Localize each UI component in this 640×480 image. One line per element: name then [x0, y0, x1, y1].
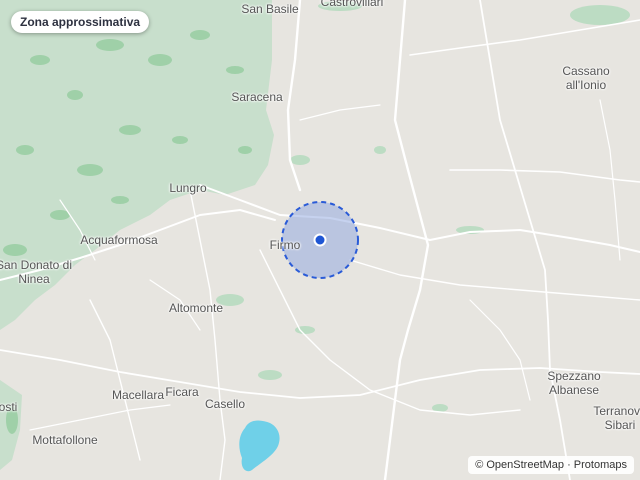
place-label-saracena: Saracena — [231, 90, 283, 104]
place-label-terranova: Terranova Sibari — [593, 404, 640, 432]
place-label-castrovillari: Castrovillari — [320, 0, 384, 9]
place-label-mottafollone: Mottafollone — [32, 433, 98, 447]
place-label-cassano: Cassano all'Ionio — [562, 64, 610, 92]
place-label-spezzano: Spezzano Albanese — [547, 369, 601, 397]
place-label-altomonte: Altomonte — [168, 301, 224, 315]
place-label-firmo: Firmo — [269, 238, 301, 252]
place-label-san-basile: San Basile — [241, 2, 299, 16]
location-marker — [313, 233, 327, 247]
place-label-ficara: Ficara — [165, 385, 199, 399]
place-label-san-donato: San Donato di Ninea — [0, 258, 73, 286]
place-label-costi: osti — [0, 400, 18, 414]
map-attribution[interactable]: © OpenStreetMap · Protomaps — [468, 456, 634, 474]
place-label-macellara: Macellara — [111, 388, 165, 402]
place-label-lungro: Lungro — [169, 181, 207, 195]
map-view[interactable]: San Basile Castrovillari Cassano all'Ion… — [0, 0, 640, 480]
place-label-casello: Casello — [204, 397, 246, 411]
place-label-acquaformosa: Acquaformosa — [80, 233, 158, 247]
approximate-zone-badge: Zona approssimativa — [11, 11, 150, 33]
